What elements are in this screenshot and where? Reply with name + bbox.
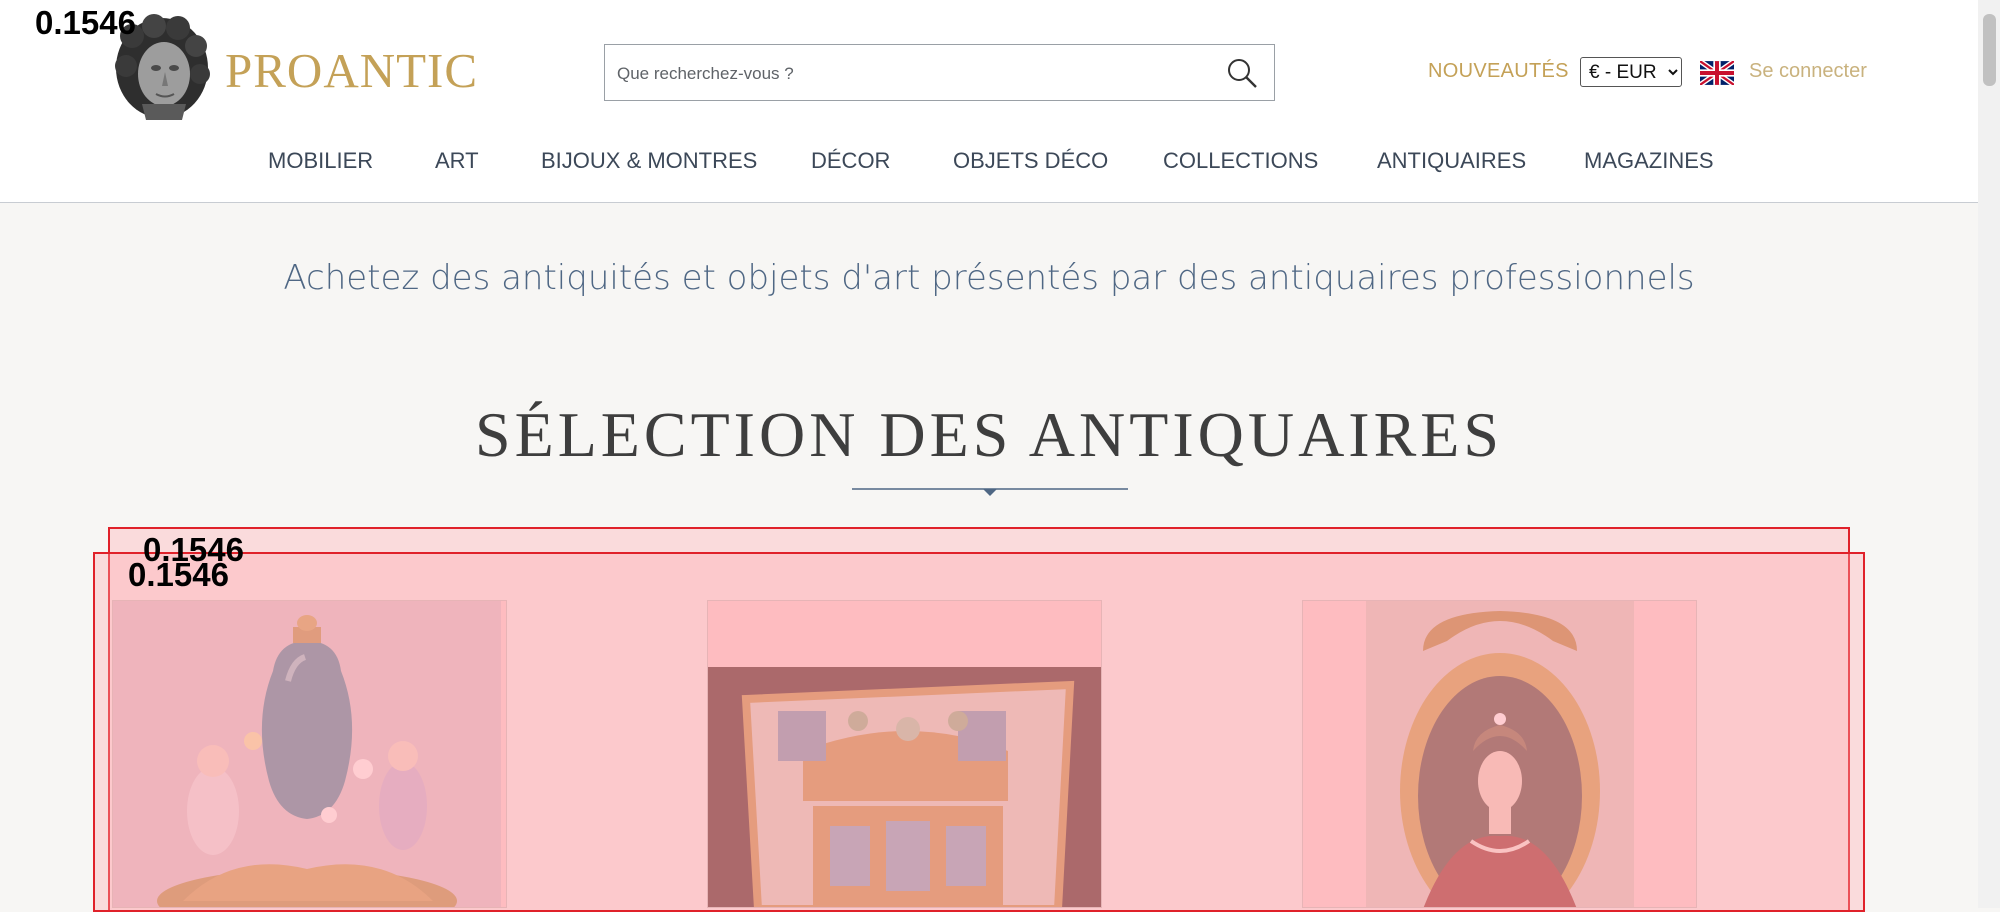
nav-item-bijoux-montres[interactable]: BIJOUX & MONTRES (541, 148, 757, 174)
nav-item-objets-deco[interactable]: OBJETS DÉCO (953, 148, 1108, 174)
nav-item-collections[interactable]: COLLECTIONS (1163, 148, 1318, 174)
search-input[interactable] (615, 55, 1199, 93)
nav-item-magazines[interactable]: MAGAZINES (1584, 148, 1714, 174)
uk-flag-icon[interactable] (1698, 59, 1736, 87)
tagline: Achetez des antiquités et objets d'art p… (283, 258, 1695, 298)
main-nav: MOBILIER ART BIJOUX & MONTRES DÉCOR OBJE… (0, 148, 1978, 180)
brand-name[interactable]: PROANTIC (225, 42, 478, 99)
nav-item-mobilier[interactable]: MOBILIER (268, 148, 373, 174)
nav-item-decor[interactable]: DÉCOR (811, 148, 890, 174)
highlight-box-inner (93, 552, 1865, 912)
new-arrivals-link[interactable]: NOUVEAUTÉS (1428, 60, 1569, 83)
scrollbar-thumb[interactable] (1983, 14, 1996, 86)
site-header: PROANTIC NOUVEAUTÉS € - EUR Se connecter… (0, 0, 1978, 203)
page-scrollbar[interactable] (1978, 0, 2000, 908)
overlay-score-label: 0.1546 (128, 556, 229, 593)
nav-item-antiquaires[interactable]: ANTIQUAIRES (1377, 148, 1526, 174)
nav-item-art[interactable]: ART (435, 148, 479, 174)
overlay-score-label: 0.1546 (35, 4, 136, 41)
search-box (604, 44, 1275, 101)
title-divider (852, 480, 1128, 496)
section-title: SÉLECTION DES ANTIQUAIRES (475, 399, 1503, 470)
currency-select[interactable]: € - EUR (1580, 57, 1682, 87)
login-link[interactable]: Se connecter (1749, 60, 1867, 83)
search-icon[interactable] (1224, 55, 1260, 91)
